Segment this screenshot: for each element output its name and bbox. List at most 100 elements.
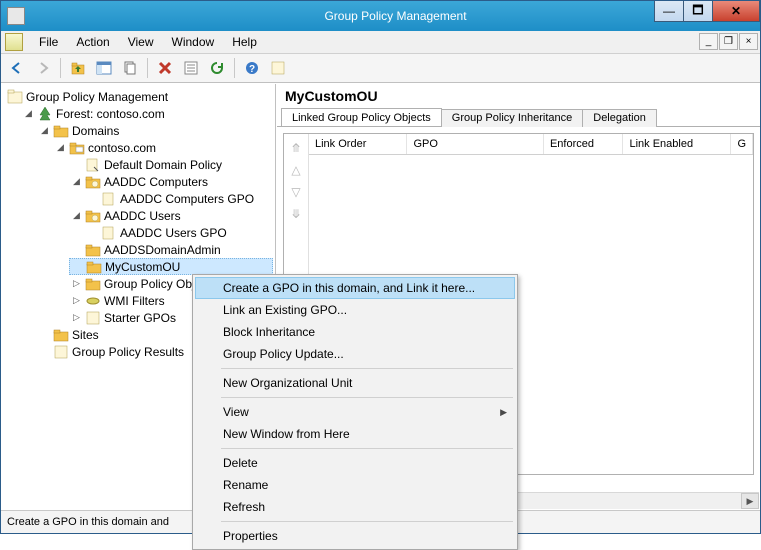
col-g[interactable]: G (731, 134, 753, 154)
ctx-view[interactable]: View (195, 401, 515, 423)
ou-icon (85, 174, 101, 190)
tree-mycustomou[interactable]: MyCustomOU (69, 258, 273, 275)
mdi-restore-button[interactable]: ❐ (719, 33, 738, 50)
menu-bar: File Action View Window Help _ ❐ × (1, 31, 760, 54)
col-enforced[interactable]: Enforced (544, 134, 623, 154)
ctx-create-gpo[interactable]: Create a GPO in this domain, and Link it… (195, 277, 515, 299)
ctx-separator (221, 397, 513, 398)
move-down-icon[interactable]: ▽ (291, 186, 300, 198)
col-link-order[interactable]: Link Order (309, 134, 407, 154)
tab-inheritance[interactable]: Group Policy Inheritance (441, 109, 583, 127)
tree-root[interactable]: Group Policy Management (5, 88, 273, 105)
mdi-minimize-button[interactable]: _ (699, 33, 718, 50)
tab-linked[interactable]: Linked Group Policy Objects (281, 108, 442, 126)
minimize-button[interactable]: — (654, 1, 684, 22)
menu-help[interactable]: Help (224, 33, 265, 51)
results-icon (53, 344, 69, 360)
window-buttons: — 🗖 ✕ (655, 1, 760, 21)
collapse-icon[interactable]: ◢ (71, 210, 82, 221)
window-title: Group Policy Management (31, 9, 760, 23)
expand-placeholder (39, 329, 50, 340)
tab-strip: Linked Group Policy Objects Group Policy… (277, 108, 760, 127)
tree-forest[interactable]: ◢ Forest: contoso.com (21, 105, 273, 122)
tree-label: AADDSDomainAdmin (104, 243, 221, 257)
collapse-icon[interactable]: ◢ (71, 176, 82, 187)
properties-button[interactable] (179, 56, 203, 80)
ctx-separator (221, 448, 513, 449)
ctx-delete[interactable]: Delete (195, 452, 515, 474)
forest-icon (37, 106, 53, 122)
gpm-icon (7, 89, 23, 105)
tree-aadds-admin[interactable]: AADDSDomainAdmin (69, 241, 273, 258)
tree-domain[interactable]: ◢ contoso.com (53, 139, 273, 156)
ctx-new-ou[interactable]: New Organizational Unit (195, 372, 515, 394)
gpo-link-icon (85, 157, 101, 173)
sites-icon (53, 327, 69, 343)
expand-icon[interactable]: ▷ (71, 312, 82, 323)
ctx-gp-update[interactable]: Group Policy Update... (195, 343, 515, 365)
tab-delegation[interactable]: Delegation (582, 109, 657, 127)
copy-button[interactable] (118, 56, 142, 80)
tree-label: Default Domain Policy (104, 158, 222, 172)
gpo-wizard-button[interactable] (266, 56, 290, 80)
ctx-block-inheritance[interactable]: Block Inheritance (195, 321, 515, 343)
menu-view[interactable]: View (120, 33, 162, 51)
scroll-right-icon[interactable]: ▶ (741, 493, 759, 509)
ctx-rename[interactable]: Rename (195, 474, 515, 496)
forward-button[interactable] (31, 56, 55, 80)
menu-action[interactable]: Action (68, 33, 117, 51)
ctx-new-window[interactable]: New Window from Here (195, 423, 515, 445)
mmc-icon (5, 33, 23, 51)
expand-placeholder (39, 346, 50, 357)
collapse-icon[interactable]: ◢ (39, 125, 50, 136)
delete-button[interactable] (153, 56, 177, 80)
tree-label: Sites (72, 328, 99, 342)
col-link-enabled[interactable]: Link Enabled (623, 134, 731, 154)
tree-aaddc-users-gpo[interactable]: AADDC Users GPO (85, 224, 273, 241)
tree-aaddc-computers[interactable]: ◢ AADDC Computers (69, 173, 273, 190)
toolbar-separator (60, 58, 61, 78)
collapse-icon[interactable]: ◢ (55, 142, 66, 153)
collapse-icon[interactable]: ◢ (23, 108, 34, 119)
refresh-button[interactable] (205, 56, 229, 80)
expand-icon[interactable]: ▷ (71, 295, 82, 306)
tree-label: WMI Filters (104, 294, 165, 308)
title-bar: Group Policy Management — 🗖 ✕ (1, 1, 760, 31)
tree-default-policy[interactable]: Default Domain Policy (69, 156, 273, 173)
up-button[interactable] (66, 56, 90, 80)
tree-domains[interactable]: ◢ Domains (37, 122, 273, 139)
move-bottom-icon[interactable]: ⤋ (291, 208, 301, 220)
toolbar: ? (1, 54, 760, 83)
detail-header: MyCustomOU (277, 84, 760, 108)
mdi-close-button[interactable]: × (739, 33, 758, 50)
starter-icon (85, 310, 101, 326)
back-button[interactable] (5, 56, 29, 80)
move-up-icon[interactable]: △ (291, 164, 300, 176)
move-top-icon[interactable]: ⤊ (291, 142, 301, 154)
tree-label: Group Policy Management (26, 90, 168, 104)
show-hide-tree-button[interactable] (92, 56, 116, 80)
tree-aaddc-computers-gpo[interactable]: AADDC Computers GPO (85, 190, 273, 207)
maximize-button[interactable]: 🗖 (683, 1, 713, 22)
tree-aaddc-users[interactable]: ◢ AADDC Users (69, 207, 273, 224)
help-button[interactable]: ? (240, 56, 264, 80)
expand-placeholder (71, 244, 82, 255)
context-menu: Create a GPO in this domain, and Link it… (192, 274, 518, 550)
ctx-refresh[interactable]: Refresh (195, 496, 515, 518)
menu-window[interactable]: Window (164, 33, 223, 51)
domain-icon (69, 140, 85, 156)
tree-label: MyCustomOU (105, 260, 180, 274)
gpo-link-icon (101, 225, 117, 241)
domains-icon (53, 123, 69, 139)
tree-label: Domains (72, 124, 119, 138)
expand-icon[interactable]: ▷ (71, 278, 82, 289)
col-gpo[interactable]: GPO (407, 134, 543, 154)
ou-icon (85, 242, 101, 258)
svg-text:?: ? (249, 64, 255, 75)
expand-placeholder (72, 261, 83, 272)
close-button[interactable]: ✕ (712, 1, 760, 22)
ctx-link-existing[interactable]: Link an Existing GPO... (195, 299, 515, 321)
menu-file[interactable]: File (31, 33, 66, 51)
app-window: Group Policy Management — 🗖 ✕ File Actio… (0, 0, 761, 534)
ctx-properties[interactable]: Properties (195, 525, 515, 547)
